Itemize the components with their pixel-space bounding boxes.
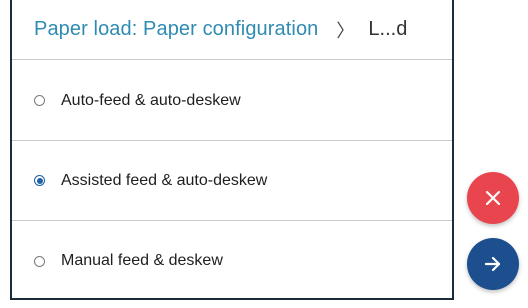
radio-button-selected[interactable] — [34, 175, 45, 186]
breadcrumb: Paper load: Paper configuration 〉 L...d — [12, 0, 452, 60]
option-label: Manual feed & deskew — [61, 252, 223, 269]
option-assisted-feed[interactable]: Assisted feed & auto-deskew — [12, 141, 452, 221]
cancel-button[interactable] — [467, 172, 519, 224]
radio-button[interactable] — [34, 95, 45, 106]
radio-button[interactable] — [34, 255, 45, 267]
option-auto-feed[interactable]: Auto-feed & auto-deskew — [12, 61, 452, 141]
next-button[interactable] — [467, 238, 519, 290]
close-icon — [485, 190, 501, 206]
breadcrumb-separator-icon: 〉 — [336, 20, 355, 41]
option-label: Auto-feed & auto-deskew — [61, 91, 241, 109]
breadcrumb-next[interactable]: L...d — [368, 18, 407, 41]
arrow-right-icon — [484, 256, 501, 272]
option-manual-feed[interactable]: Manual feed & deskew — [12, 221, 452, 301]
paper-config-panel: Paper load: Paper configuration 〉 L...d … — [10, 0, 454, 300]
breadcrumb-current: Paper load: Paper configuration — [34, 18, 319, 40]
screen: Paper load: Paper configuration 〉 L...d … — [0, 0, 528, 308]
radio-dot — [36, 177, 43, 184]
option-label: Assisted feed & auto-deskew — [61, 171, 268, 189]
